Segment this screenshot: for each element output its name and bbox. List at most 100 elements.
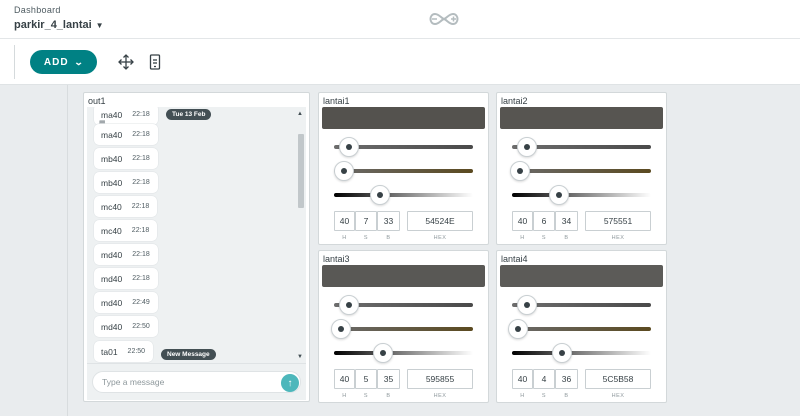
message-time: 22:18 [132, 275, 150, 282]
dashboard-selector[interactable]: parkir_4_lantai ▼ [14, 19, 104, 31]
brightness-value[interactable]: 34 [555, 211, 578, 231]
hex-label: HEX [611, 393, 625, 399]
color-preview [322, 107, 485, 129]
hue-label: H [520, 393, 525, 399]
saturation-value[interactable]: 7 [355, 211, 377, 231]
hue-slider-knob[interactable] [517, 137, 537, 157]
brightness-slider-knob[interactable] [369, 185, 390, 205]
arduino-infinity-icon [429, 12, 459, 26]
saturation-slider[interactable] [334, 327, 473, 331]
hue-value[interactable]: 40 [334, 369, 355, 389]
color-preview [500, 107, 663, 129]
brightness-slider[interactable] [512, 193, 651, 197]
hue-label: H [342, 393, 347, 399]
message-list[interactable]: ma40 22:18 ▦ Tue 13 Feb ma40 22:18 mb40 … [87, 107, 306, 363]
hex-value[interactable]: 54524E [407, 211, 473, 231]
dashboard-name: parkir_4_lantai [14, 19, 92, 31]
message-input[interactable]: Type a message [92, 371, 301, 393]
hue-slider-knob[interactable] [339, 295, 359, 315]
brightness-slider[interactable] [334, 351, 473, 355]
message-text: mc40 [101, 225, 122, 236]
hue-slider-knob[interactable] [339, 137, 359, 157]
message-time: 22:18 [131, 203, 150, 210]
message-text: mb40 [101, 177, 123, 188]
saturation-value[interactable]: 6 [533, 211, 555, 231]
brightness-label: B [386, 393, 391, 399]
breadcrumb[interactable]: Dashboard [14, 5, 61, 15]
hue-value[interactable]: 40 [334, 211, 355, 231]
saturation-slider[interactable] [512, 169, 651, 173]
chevron-down-icon: ⌄ [73, 56, 85, 67]
mobile-view-icon[interactable] [146, 53, 164, 71]
move-arrows-icon[interactable] [117, 53, 135, 71]
brightness-slider-knob[interactable] [552, 343, 573, 363]
saturation-slider-knob[interactable] [333, 161, 354, 181]
color-picker-widget[interactable]: lantai3 40 5 35 595855 H S B HEX [318, 250, 489, 403]
brightness-value[interactable]: 36 [555, 369, 578, 389]
saturation-slider-knob[interactable] [330, 319, 351, 339]
brightness-slider-knob[interactable] [372, 343, 393, 363]
scroll-down-icon[interactable]: ▼ [297, 354, 303, 360]
top-bar: Dashboard parkir_4_lantai ▼ [0, 0, 800, 39]
color-preview [322, 265, 485, 287]
message-time: 22:18 [132, 179, 150, 186]
scroll-up-icon[interactable]: ▲ [297, 111, 303, 117]
saturation-slider[interactable] [512, 327, 651, 331]
color-picker-widget[interactable]: lantai2 40 6 34 575551 H S B HEX [496, 92, 667, 245]
saturation-value[interactable]: 5 [355, 369, 377, 389]
color-picker-widget[interactable]: lantai4 40 4 36 5C5B58 H S B HEX [496, 250, 667, 403]
saturation-label: S [541, 393, 547, 399]
arrow-up-icon: ↑ [287, 377, 293, 389]
color-preview [500, 265, 663, 287]
hex-label: HEX [433, 235, 447, 241]
message-bubble: md40 22:18 [94, 268, 158, 289]
send-button[interactable]: ↑ [281, 374, 299, 392]
brightness-value[interactable]: 33 [377, 211, 400, 231]
messenger-widget[interactable]: out1 ma40 22:18 ▦ Tue 13 Feb ma40 22:18 … [83, 92, 310, 402]
message-text: mb40 [101, 153, 123, 164]
message-composer: Type a message ↑ [87, 363, 306, 400]
message-bubble: mb40 22:18 [94, 172, 158, 193]
message-text: ma40 [101, 109, 123, 120]
hue-value[interactable]: 40 [512, 369, 533, 389]
brightness-value[interactable]: 35 [377, 369, 400, 389]
message-bubble: mc40 22:18 [94, 196, 158, 217]
hex-value[interactable]: 595855 [407, 369, 473, 389]
brightness-slider-knob[interactable] [549, 185, 570, 205]
date-pill: Tue 13 Feb [166, 109, 212, 120]
saturation-slider[interactable] [334, 169, 473, 173]
saturation-label: S [363, 235, 369, 241]
widget-title: lantai4 [501, 254, 528, 264]
scrollbar[interactable]: ▲ ▼ [295, 107, 306, 363]
new-message-pill[interactable]: New Message [161, 349, 216, 360]
saturation-label: S [541, 235, 547, 241]
add-widget-button[interactable]: ADD ⌄ [30, 50, 97, 74]
brightness-slider[interactable] [512, 351, 651, 355]
toolbar: ADD ⌄ [0, 39, 800, 85]
saturation-label: S [363, 393, 369, 399]
hue-label: H [342, 235, 347, 241]
message-time: 22:18 [132, 155, 150, 162]
saturation-slider-knob[interactable] [507, 319, 528, 339]
message-time: 22:18 [132, 251, 150, 258]
brightness-label: B [386, 235, 391, 241]
hex-value[interactable]: 575551 [585, 211, 651, 231]
brightness-label: B [564, 393, 569, 399]
message-text: md40 [101, 273, 123, 284]
saturation-slider-knob[interactable] [510, 161, 531, 181]
hue-value[interactable]: 40 [512, 211, 533, 231]
hex-value[interactable]: 5C5B58 [585, 369, 651, 389]
brightness-slider[interactable] [334, 193, 473, 197]
scrollbar-thumb[interactable] [298, 134, 304, 208]
color-picker-widget[interactable]: lantai1 40 7 33 54524E H S B HEX [318, 92, 489, 245]
widget-title: lantai1 [323, 96, 350, 106]
message-time: 22:18 [132, 131, 150, 138]
hue-label: H [520, 235, 525, 241]
hex-label: HEX [433, 393, 447, 399]
widget-title: lantai2 [501, 96, 528, 106]
hue-slider-knob[interactable] [517, 295, 537, 315]
message-time: 22:18 [131, 227, 150, 234]
saturation-value[interactable]: 4 [533, 369, 555, 389]
message-text: mc40 [101, 201, 122, 212]
message-time: 22:50 [127, 348, 146, 355]
